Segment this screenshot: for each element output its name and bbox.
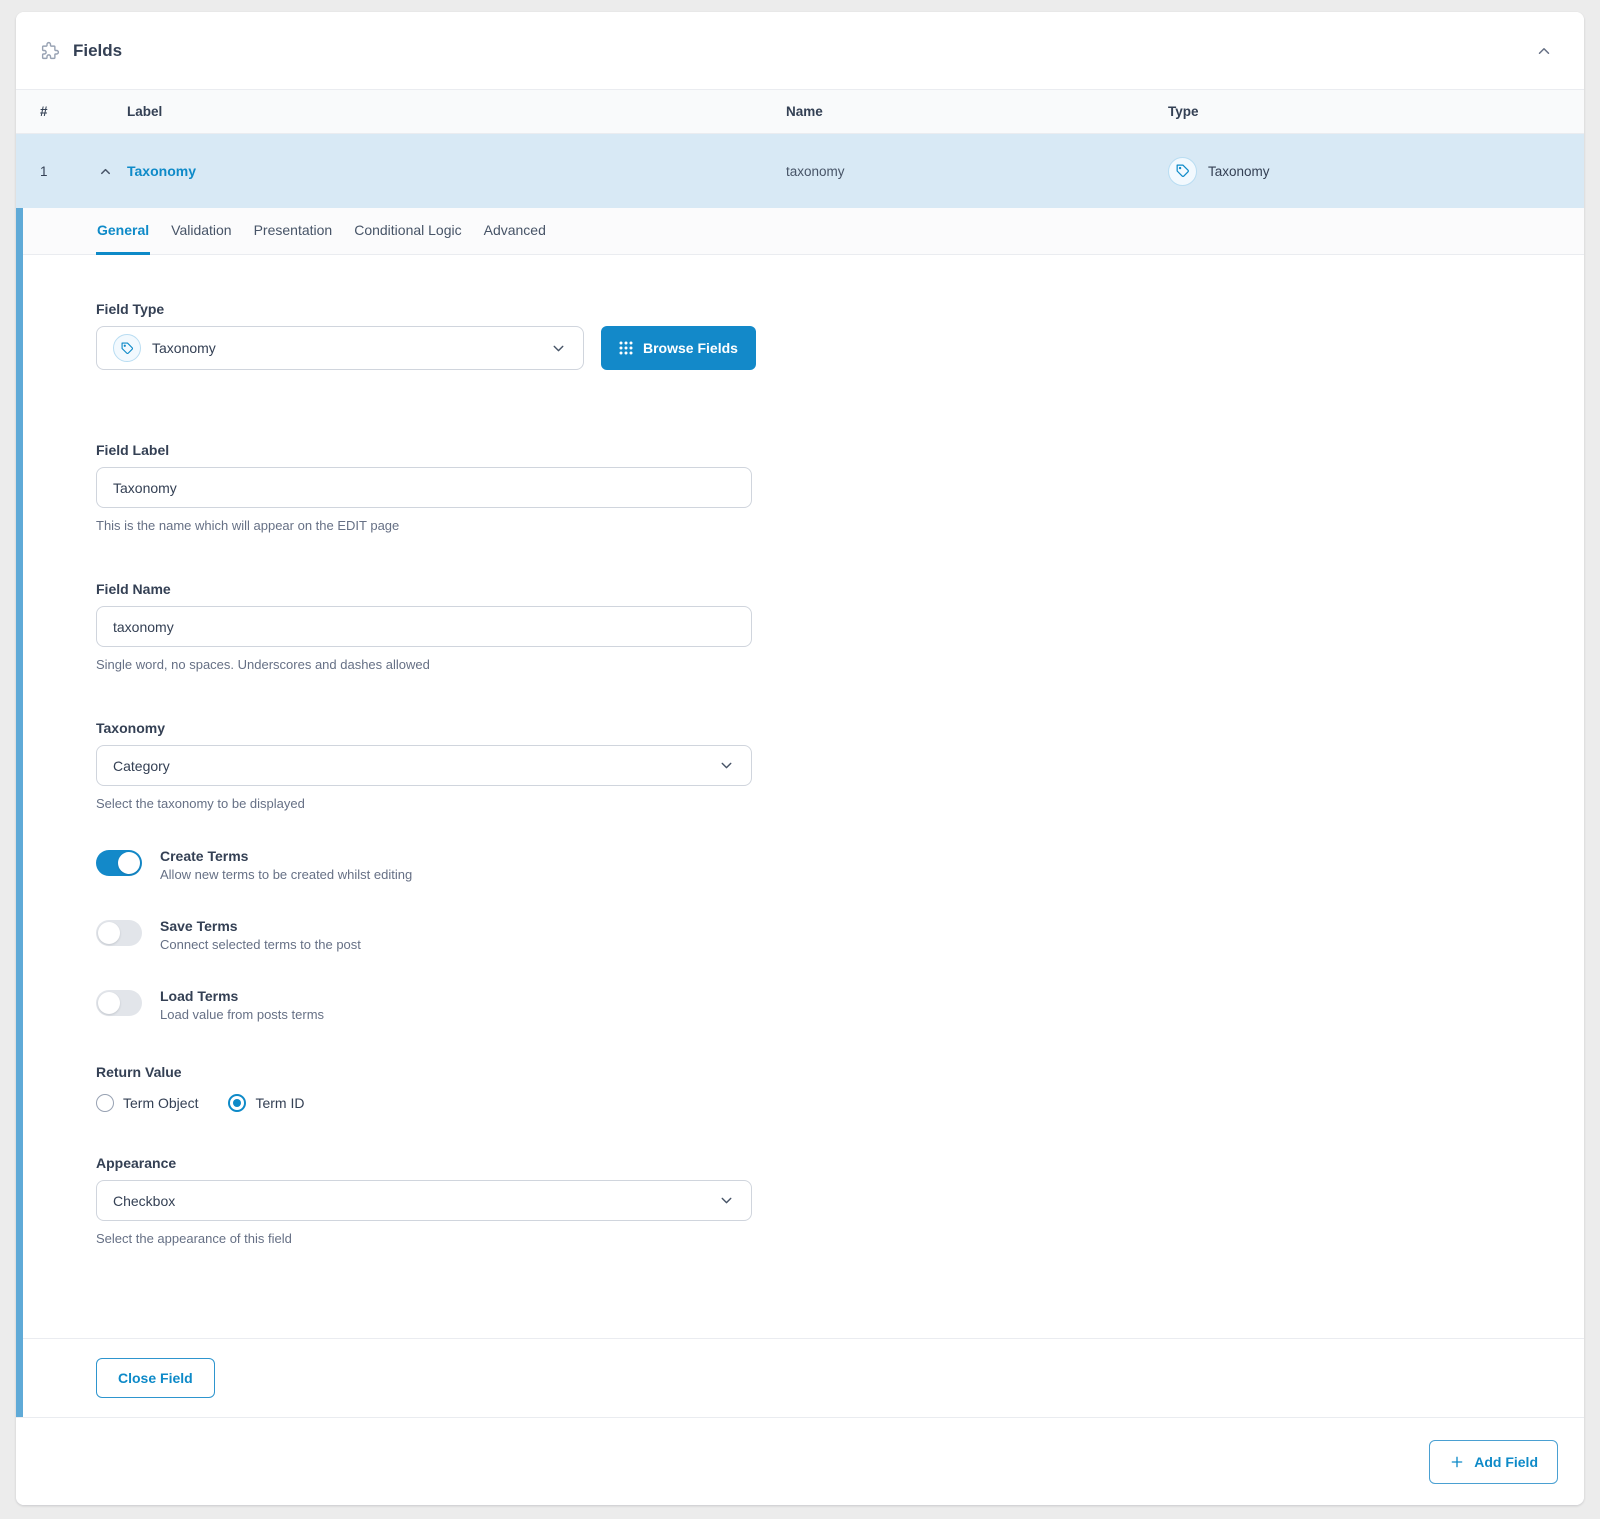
chevron-down-icon: [718, 1192, 735, 1209]
return-value-option-term-object[interactable]: Term Object: [96, 1094, 198, 1112]
browse-fields-button[interactable]: Browse Fields: [601, 326, 756, 370]
create-terms-label: Create Terms: [160, 848, 412, 864]
tag-icon: [1168, 157, 1197, 186]
taxonomy-select-value: Category: [113, 758, 718, 774]
return-value-setting: Return Value Term Object Term ID: [96, 1064, 1584, 1112]
field-name-input[interactable]: [96, 606, 752, 647]
panel-title: Fields: [73, 41, 122, 61]
load-terms-hint: Load value from posts terms: [160, 1007, 324, 1022]
field-label-hint: This is the name which will appear on th…: [96, 518, 1584, 533]
fields-panel-header: Fields: [16, 12, 1584, 90]
browse-fields-button-label: Browse Fields: [643, 340, 738, 356]
column-header-name: Name: [786, 104, 1168, 119]
grid-dots-icon: [619, 341, 633, 355]
field-row-number: 1: [40, 164, 95, 179]
field-type-setting: Field Type Taxonomy: [96, 301, 1584, 370]
appearance-hint: Select the appearance of this field: [96, 1231, 1584, 1246]
create-terms-toggle[interactable]: [96, 850, 142, 876]
taxonomy-hint: Select the taxonomy to be displayed: [96, 796, 1584, 811]
tag-icon: [113, 334, 141, 362]
load-terms-setting: Load Terms Load value from posts terms: [96, 988, 1584, 1022]
field-type-label: Field Type: [96, 301, 1584, 317]
taxonomy-select[interactable]: Category: [96, 745, 752, 786]
table-row[interactable]: 1 Taxonomy taxonomy Taxonomy: [16, 134, 1584, 208]
column-header-number: #: [40, 104, 127, 119]
field-editor: General Validation Presentation Conditio…: [16, 208, 1584, 1417]
panel-footer: Add Field: [16, 1417, 1584, 1505]
fields-panel: Fields # Label Name Type 1 Taxonomy taxo…: [16, 12, 1584, 1505]
create-terms-setting: Create Terms Allow new terms to be creat…: [96, 848, 1584, 882]
field-row-name: taxonomy: [786, 164, 1168, 179]
field-row-type: Taxonomy: [1168, 157, 1560, 186]
field-row-type-label: Taxonomy: [1208, 164, 1270, 179]
term-object-option-label: Term Object: [123, 1095, 198, 1111]
radio-icon[interactable]: [96, 1094, 114, 1112]
toggle-knob: [118, 852, 140, 874]
general-tab-panel: Field Type Taxonomy: [23, 255, 1584, 1338]
toggle-knob: [98, 922, 120, 944]
term-id-option-label: Term ID: [255, 1095, 304, 1111]
tab-conditional-logic[interactable]: Conditional Logic: [353, 208, 462, 255]
puzzle-icon: [40, 40, 61, 61]
collapse-panel-button[interactable]: [1530, 37, 1558, 65]
appearance-setting: Appearance Checkbox Select the appearanc…: [96, 1155, 1584, 1246]
field-name-hint: Single word, no spaces. Underscores and …: [96, 657, 1584, 672]
appearance-select[interactable]: Checkbox: [96, 1180, 752, 1221]
appearance-select-value: Checkbox: [113, 1193, 718, 1209]
column-header-type: Type: [1168, 104, 1560, 119]
field-label-input[interactable]: [96, 467, 752, 508]
tab-presentation[interactable]: Presentation: [253, 208, 334, 255]
radio-icon[interactable]: [228, 1094, 246, 1112]
field-type-select-value: Taxonomy: [152, 340, 539, 356]
save-terms-hint: Connect selected terms to the post: [160, 937, 361, 952]
field-name-label: Field Name: [96, 581, 1584, 597]
fields-table-header: # Label Name Type: [16, 90, 1584, 134]
field-name-setting: Field Name Single word, no spaces. Under…: [96, 581, 1584, 672]
field-label-label: Field Label: [96, 442, 1584, 458]
chevron-down-icon: [550, 340, 567, 357]
create-terms-hint: Allow new terms to be created whilst edi…: [160, 867, 412, 882]
taxonomy-label: Taxonomy: [96, 720, 1584, 736]
save-terms-setting: Save Terms Connect selected terms to the…: [96, 918, 1584, 952]
return-value-label: Return Value: [96, 1064, 1584, 1080]
collapse-field-button[interactable]: [95, 161, 115, 181]
save-terms-label: Save Terms: [160, 918, 361, 934]
column-header-label: Label: [127, 104, 786, 119]
add-field-button-label: Add Field: [1474, 1454, 1538, 1470]
toggle-knob: [98, 992, 120, 1014]
load-terms-label: Load Terms: [160, 988, 324, 1004]
close-field-button[interactable]: Close Field: [96, 1358, 215, 1398]
taxonomy-setting: Taxonomy Category Select the taxonomy to…: [96, 720, 1584, 811]
field-label-setting: Field Label This is the name which will …: [96, 442, 1584, 533]
appearance-label: Appearance: [96, 1155, 1584, 1171]
settings-tabs: General Validation Presentation Conditio…: [23, 208, 1584, 255]
chevron-down-icon: [718, 757, 735, 774]
field-type-select[interactable]: Taxonomy: [96, 326, 584, 370]
close-field-bar: Close Field: [23, 1338, 1584, 1417]
plus-icon: [1449, 1454, 1465, 1470]
save-terms-toggle[interactable]: [96, 920, 142, 946]
add-field-button[interactable]: Add Field: [1429, 1440, 1558, 1484]
tab-advanced[interactable]: Advanced: [483, 208, 547, 255]
tab-validation[interactable]: Validation: [170, 208, 232, 255]
field-row-label-link[interactable]: Taxonomy: [127, 163, 196, 179]
tab-general[interactable]: General: [96, 208, 150, 255]
return-value-option-term-id[interactable]: Term ID: [228, 1094, 304, 1112]
load-terms-toggle[interactable]: [96, 990, 142, 1016]
